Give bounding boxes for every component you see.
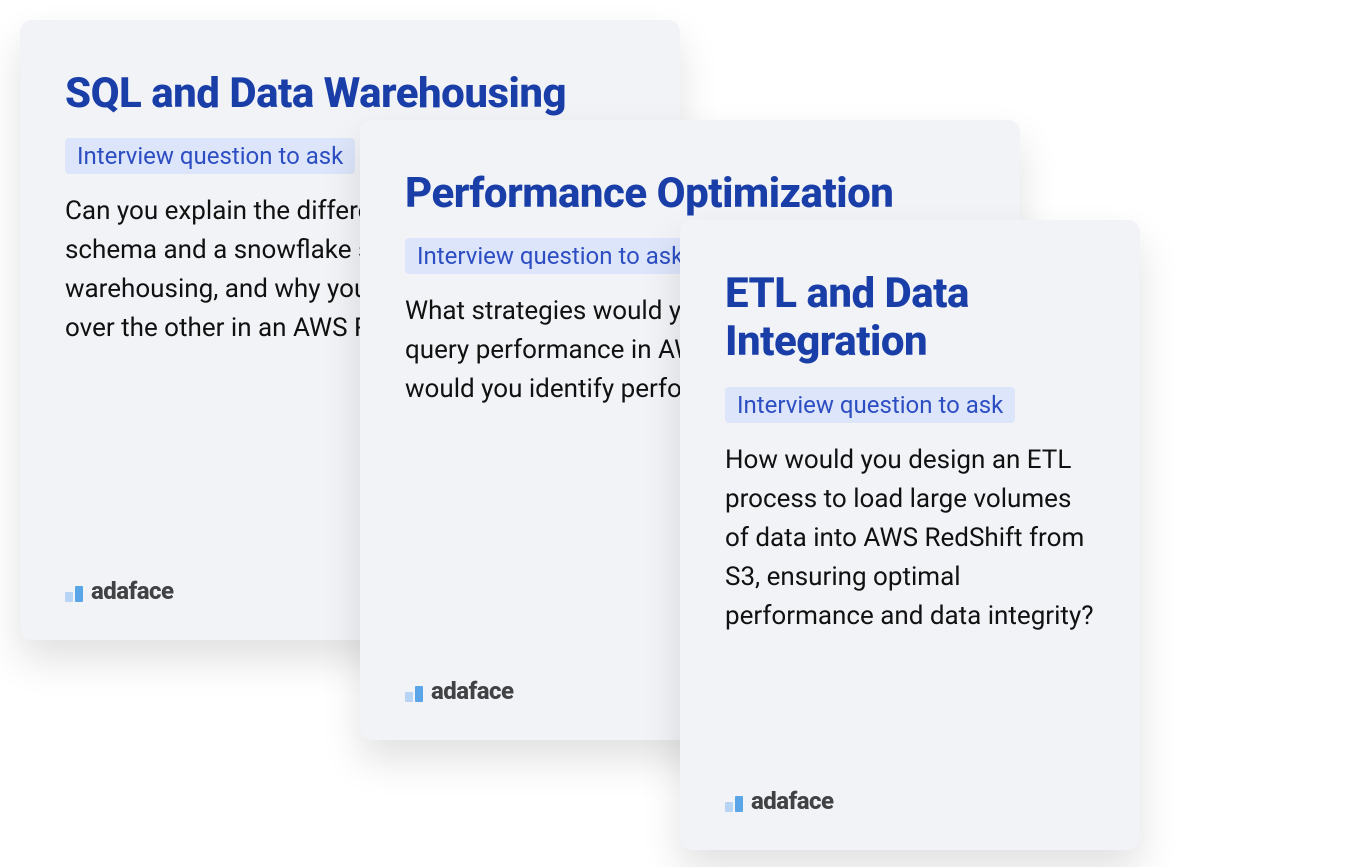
badge-label: Interview question to ask <box>65 138 355 174</box>
brand-logo: adaface <box>65 577 174 605</box>
brand-logo: adaface <box>405 677 514 705</box>
brand-text: adaface <box>431 677 514 705</box>
brand-bars-icon <box>405 680 423 702</box>
brand-text: adaface <box>751 787 834 815</box>
brand-bars-icon <box>725 790 743 812</box>
brand-text: adaface <box>91 577 174 605</box>
card-title: SQL and Data Warehousing <box>65 70 635 118</box>
badge-label: Interview question to ask <box>725 387 1015 423</box>
card-body-text: How would you design an ETL process to l… <box>725 441 1095 636</box>
card-title: Performance Optimization <box>405 170 975 218</box>
brand-logo: adaface <box>725 787 834 815</box>
interview-card-etl: ETL and Data Integration Interview quest… <box>680 220 1140 850</box>
card-title: ETL and Data Integration <box>725 270 1095 367</box>
brand-bars-icon <box>65 580 83 602</box>
badge-label: Interview question to ask <box>405 238 695 274</box>
